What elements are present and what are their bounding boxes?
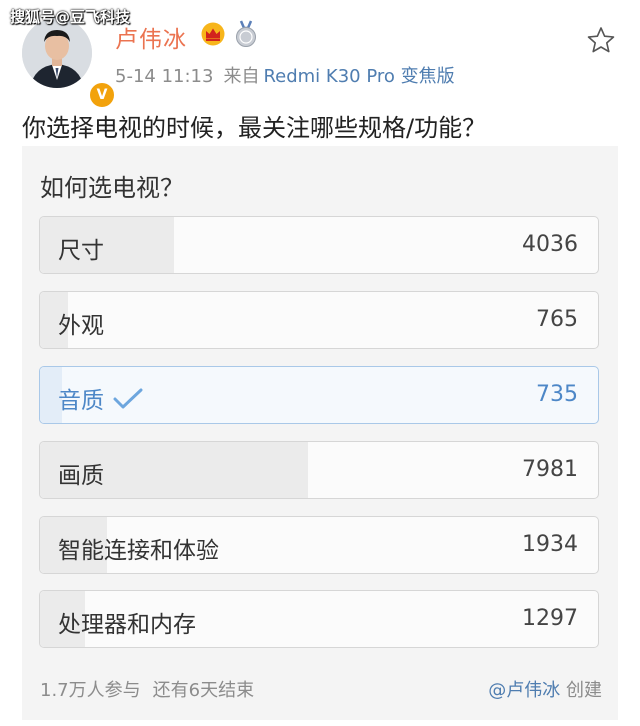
poll-option-count: 1934 <box>522 532 578 557</box>
medal-icon <box>236 20 256 47</box>
check-icon <box>113 388 143 409</box>
post-text: 你选择电视的时候，最关注哪些规格/功能？ <box>22 114 487 142</box>
poll-participants: 1.7万人参与 <box>40 680 141 701</box>
favorite-star-icon[interactable] <box>586 26 616 54</box>
poll-creator: @卢伟冰 创建 <box>488 676 602 702</box>
poll-footer: 1.7万人参与 还有6天结束 @卢伟冰 创建 <box>40 676 602 702</box>
poll-option-label: 处理器和内存 <box>58 612 196 638</box>
poll-option-label: 画质 <box>58 463 104 489</box>
poll-creator-link[interactable]: @卢伟冰 <box>488 680 560 701</box>
poll-option-selected[interactable]: 音质 735 <box>39 366 599 424</box>
poll-option-count: 4036 <box>522 232 578 257</box>
poll-option-count: 1297 <box>522 606 578 631</box>
source-prefix: 来自 <box>223 66 260 87</box>
poll-option[interactable]: 智能连接和体验 1934 <box>39 516 599 574</box>
poll-option-label-wrap: 音质 <box>58 381 144 415</box>
poll-option-count: 735 <box>536 382 578 407</box>
poll-option-count: 7981 <box>522 457 578 482</box>
poll-option[interactable]: 外观 765 <box>39 291 599 349</box>
watermark: 搜狐号@豆飞科技 <box>10 8 131 26</box>
poll-option-label: 智能连接和体验 <box>58 538 219 564</box>
poll-option-label: 音质 <box>58 388 104 414</box>
verified-badge: V <box>88 81 116 109</box>
poll-option[interactable]: 处理器和内存 1297 <box>39 590 599 648</box>
avatar[interactable]: V <box>22 18 116 109</box>
poll-option[interactable]: 尺寸 4036 <box>39 216 599 274</box>
source-device-link[interactable]: Redmi K30 Pro 变焦版 <box>263 66 454 87</box>
post-meta: 5-14 11:13 来自 Redmi K30 Pro 变焦版 <box>115 62 455 88</box>
poll-remaining: 还有6天结束 <box>152 680 255 701</box>
poll-creator-suffix: 创建 <box>566 680 602 701</box>
poll-title: 如何选电视？ <box>40 174 184 202</box>
poll-card: 如何选电视？ 尺寸 4036 外观 765 音质 735 画质 7981 智能连… <box>22 146 618 720</box>
poll-option-count: 765 <box>536 307 578 332</box>
poll-option-label: 外观 <box>58 313 104 339</box>
post-time: 5-14 11:13 <box>115 66 214 87</box>
crown-icon <box>201 22 225 46</box>
avatar-image <box>22 18 92 88</box>
poll-option-label: 尺寸 <box>58 238 104 264</box>
poll-option[interactable]: 画质 7981 <box>39 441 599 499</box>
